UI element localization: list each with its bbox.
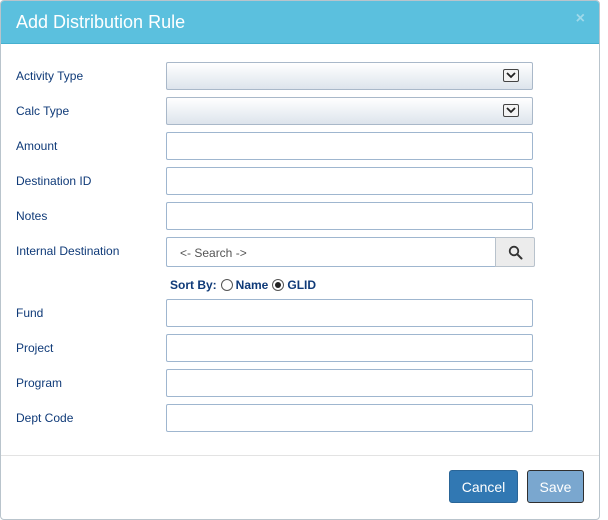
internal-destination-search-input[interactable]: <- Search ->	[166, 237, 496, 267]
dialog-title: Add Distribution Rule	[16, 12, 186, 32]
project-input[interactable]	[166, 334, 533, 362]
chevron-down-icon[interactable]	[503, 104, 519, 117]
dept-code-label: Dept Code	[16, 411, 74, 425]
notes-input[interactable]	[166, 202, 533, 230]
dialog-header: Add Distribution Rule ×	[1, 1, 599, 44]
activity-type-label: Activity Type	[16, 69, 84, 83]
sort-by-name-label[interactable]: Name	[236, 277, 269, 293]
internal-destination-label: Internal Destination	[16, 244, 120, 258]
add-distribution-rule-dialog: Add Distribution Rule × Activity Type Ca…	[0, 0, 600, 520]
sort-by-label: Sort By:	[170, 278, 217, 292]
sort-by-group: Sort By: Name GLID	[170, 277, 316, 293]
activity-type-select[interactable]	[166, 62, 533, 90]
sort-by-name-radio[interactable]	[220, 279, 233, 291]
sort-by-glid-label[interactable]: GLID	[287, 277, 316, 293]
program-label: Program	[16, 376, 63, 390]
project-label: Project	[16, 341, 54, 355]
amount-label: Amount	[16, 139, 58, 153]
destination-id-input[interactable]	[166, 167, 533, 195]
cancel-button[interactable]: Cancel	[449, 470, 518, 503]
dept-code-input[interactable]	[166, 404, 533, 432]
footer-divider	[1, 455, 599, 456]
sort-by-glid-radio[interactable]	[272, 279, 285, 291]
program-input[interactable]	[166, 369, 533, 397]
chevron-down-icon[interactable]	[503, 69, 519, 82]
search-button[interactable]	[495, 237, 535, 267]
calc-type-label: Calc Type	[16, 104, 70, 118]
notes-label: Notes	[16, 209, 48, 223]
close-icon[interactable]: ×	[576, 10, 585, 28]
destination-id-label: Destination ID	[16, 174, 92, 188]
save-button[interactable]: Save	[527, 470, 584, 503]
search-icon	[508, 245, 522, 259]
calc-type-select[interactable]	[166, 97, 533, 125]
search-placeholder: <- Search ->	[180, 246, 247, 260]
fund-label: Fund	[16, 306, 44, 320]
amount-input[interactable]	[166, 132, 533, 160]
fund-input[interactable]	[166, 299, 533, 327]
